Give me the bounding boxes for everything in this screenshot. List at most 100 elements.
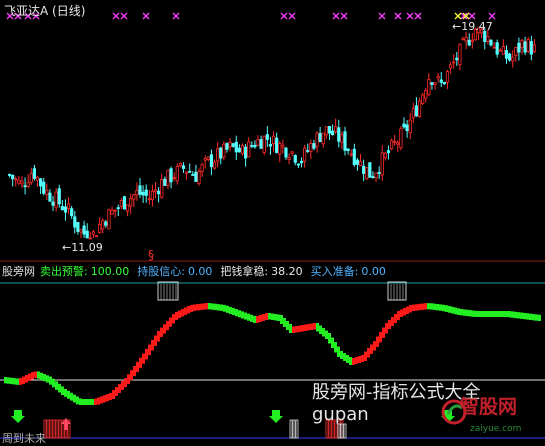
candle-body xyxy=(455,57,459,61)
indicator-name: 股旁网 xyxy=(2,265,35,278)
wave-segment xyxy=(457,308,460,315)
wave-segment xyxy=(334,342,337,353)
sell-mark xyxy=(488,12,496,20)
candle-body xyxy=(113,209,117,212)
wave-segment xyxy=(421,303,424,310)
arrow-left-icon: ← xyxy=(62,241,72,254)
candle-body xyxy=(184,171,189,174)
signal-bar xyxy=(337,423,341,439)
candle-body xyxy=(343,131,347,151)
candlestick-chart xyxy=(0,12,545,262)
candle-body xyxy=(458,43,462,66)
candle-body xyxy=(66,203,71,209)
candle-body xyxy=(318,133,322,143)
wave-segment xyxy=(439,304,442,311)
wave-segment xyxy=(463,309,466,316)
wave-segment xyxy=(94,398,97,405)
candle-body xyxy=(122,196,127,210)
candle-body xyxy=(20,180,24,185)
candle-body xyxy=(206,156,210,160)
candle-body xyxy=(383,152,387,159)
candle-body xyxy=(101,220,105,230)
candle-body xyxy=(408,119,412,134)
candle-body xyxy=(495,42,499,55)
wave-segment xyxy=(331,337,334,348)
wave-segment xyxy=(40,372,43,380)
wave-segment xyxy=(196,304,199,311)
candle-body xyxy=(135,190,139,196)
sell-mark xyxy=(414,12,422,20)
wave-segment xyxy=(394,314,397,323)
wave-segment xyxy=(31,372,34,380)
candle-body xyxy=(327,125,332,134)
wave-segment xyxy=(52,378,55,388)
candle-body xyxy=(225,143,229,150)
wave-segment xyxy=(256,316,259,323)
wave-segment xyxy=(64,389,67,397)
wave-segment xyxy=(187,306,190,314)
wave-segment xyxy=(217,304,220,311)
signal-bar xyxy=(295,419,299,439)
candle-body xyxy=(278,143,282,155)
candle-body xyxy=(284,147,288,158)
candle-body xyxy=(315,132,319,147)
logo-name: 智股网 xyxy=(460,396,518,418)
candle-body xyxy=(26,182,30,187)
candle-body xyxy=(144,189,148,196)
candle-body xyxy=(250,145,254,147)
candle-body xyxy=(51,201,55,206)
candle-body xyxy=(212,161,217,169)
candle-body xyxy=(355,159,360,165)
wave-segment xyxy=(388,320,391,329)
candle-body xyxy=(132,194,136,200)
wave-segment xyxy=(139,357,142,368)
sell-mark xyxy=(280,12,288,20)
wave-segment xyxy=(79,398,82,405)
candle-body xyxy=(529,41,533,55)
wave-segment xyxy=(313,323,316,330)
wave-segment xyxy=(97,397,100,405)
watermark-url: gupan xyxy=(312,404,369,425)
wave-segment xyxy=(289,324,292,333)
candle-body xyxy=(35,176,40,181)
wave-segment xyxy=(160,327,163,337)
wave-segment xyxy=(376,336,379,347)
buy-ready-label: 买入准备: xyxy=(310,265,359,278)
wave-segment xyxy=(400,309,403,317)
wave-segment xyxy=(133,366,136,377)
wave-segment xyxy=(373,341,376,351)
candle-body xyxy=(275,137,279,154)
wave-segment xyxy=(19,378,22,385)
wave-segment xyxy=(247,313,250,321)
candle-body xyxy=(110,209,114,215)
wave-segment xyxy=(349,357,352,365)
candle-body xyxy=(172,177,176,180)
high-value: 19.47 xyxy=(461,20,493,33)
warn-mark xyxy=(454,12,462,20)
candle-body xyxy=(448,64,453,69)
candle-body xyxy=(349,153,353,156)
wave-segment xyxy=(61,386,64,395)
wave-segment xyxy=(265,313,268,320)
candle-body xyxy=(181,165,186,169)
candle-body xyxy=(23,185,27,188)
wave-segment xyxy=(487,311,490,317)
wave-segment xyxy=(208,303,211,310)
wave-segment xyxy=(301,325,304,332)
wave-segment xyxy=(223,304,226,312)
wave-segment xyxy=(28,373,31,381)
candle-body xyxy=(129,197,133,207)
wave-segment xyxy=(523,312,526,320)
wave-segment xyxy=(499,311,502,317)
low-price-label: ←11.09 xyxy=(62,241,103,254)
wave-segment xyxy=(466,309,469,317)
indicator-info-bar: 股旁网 卖出预警: 100.00 持股信心: 0.00 把钱拿稳: 38.20 … xyxy=(2,263,386,279)
candle-body xyxy=(94,235,99,238)
candle-body xyxy=(138,185,142,195)
wave-segment xyxy=(319,325,322,334)
price-chart-panel[interactable] xyxy=(0,0,545,262)
wave-segment xyxy=(496,311,499,317)
sell-mark xyxy=(172,12,180,20)
wave-segment xyxy=(85,399,88,405)
candle-body xyxy=(439,79,443,83)
